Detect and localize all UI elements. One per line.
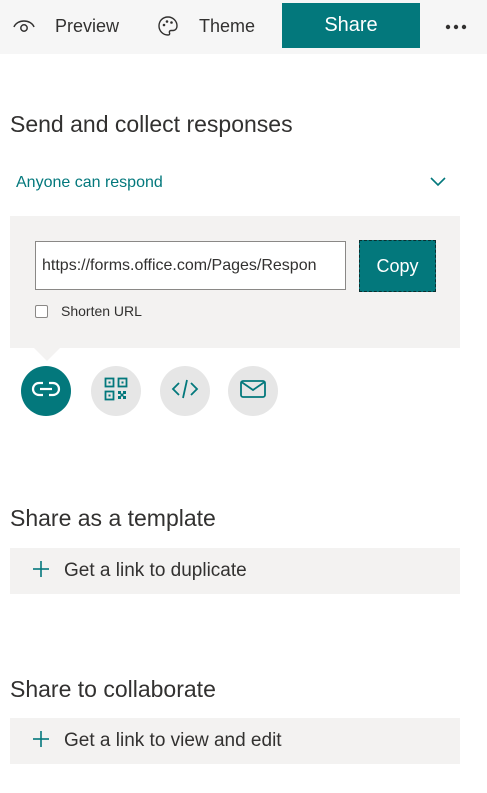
theme-label: Theme	[199, 15, 256, 36]
embed-code-icon	[171, 378, 199, 405]
get-edit-link-label: Get a link to view and edit	[64, 730, 282, 751]
send-collect-title: Send and collect responses	[10, 111, 293, 137]
more-options-button[interactable]	[438, 12, 474, 40]
get-duplicate-link-button[interactable]: Get a link to duplicate	[10, 548, 460, 594]
get-duplicate-link-label: Get a link to duplicate	[64, 560, 247, 581]
copy-button[interactable]: Copy	[359, 240, 436, 292]
panel-pointer	[34, 348, 60, 361]
plus-icon	[32, 730, 50, 753]
share-url-input[interactable]	[35, 241, 346, 290]
plus-icon	[32, 560, 50, 583]
email-button[interactable]	[228, 366, 278, 416]
share-template-title: Share as a template	[10, 505, 216, 531]
more-ellipsis-icon	[445, 17, 467, 35]
eye-icon	[12, 14, 36, 38]
palette-icon	[157, 15, 179, 37]
email-icon	[239, 379, 267, 404]
share-collaborate-title: Share to collaborate	[10, 676, 216, 702]
share-link-button[interactable]	[21, 366, 71, 416]
audience-label: Anyone can respond	[16, 174, 163, 191]
top-toolbar: Preview Theme Share	[0, 0, 487, 54]
embed-button[interactable]	[160, 366, 210, 416]
preview-button[interactable]: Preview	[12, 0, 119, 52]
qr-code-icon	[104, 377, 128, 406]
chevron-down-icon	[429, 174, 447, 192]
theme-button[interactable]: Theme	[157, 0, 255, 52]
share-button[interactable]: Share	[282, 3, 420, 48]
link-icon	[31, 380, 61, 403]
qr-code-button[interactable]	[91, 366, 141, 416]
get-edit-link-button[interactable]: Get a link to view and edit	[10, 718, 460, 764]
shorten-url-label: Shorten URL	[61, 303, 142, 319]
preview-label: Preview	[55, 15, 120, 36]
shorten-url-checkbox[interactable]	[35, 304, 48, 318]
shorten-url-option[interactable]: Shorten URL	[35, 303, 142, 319]
audience-dropdown[interactable]: Anyone can respond	[10, 166, 455, 200]
